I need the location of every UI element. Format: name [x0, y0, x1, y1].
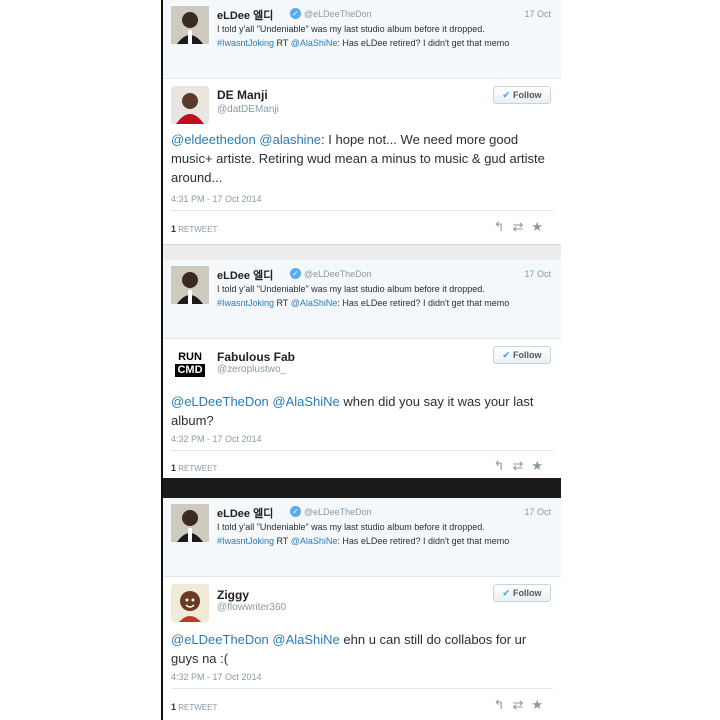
- divider: [171, 688, 553, 689]
- tweet-block-3: eLDee 엘디 ✓ @eLDeeTheDon 17 Oct I told y'…: [163, 498, 561, 720]
- mention-link[interactable]: @eLDeeTheDon: [171, 394, 269, 409]
- retweet-icon[interactable]: ⇄: [512, 219, 531, 234]
- favorite-icon[interactable]: ★: [531, 458, 551, 473]
- tweet-text: @eLDeeTheDon @AlaShiNe when did you say …: [171, 394, 534, 428]
- tweet-block-1: eLDee 엘디 ✓ @eLDeeTheDon 17 Oct I told y'…: [163, 0, 561, 244]
- hashtag-link[interactable]: #IwasntJoking: [217, 536, 274, 546]
- mention-link[interactable]: @AlaShiNe: [291, 536, 338, 546]
- favorite-icon[interactable]: ★: [531, 219, 551, 234]
- mention-link[interactable]: @AlaShiNe: [272, 632, 339, 647]
- follow-button[interactable]: ✔ Follow: [493, 86, 551, 104]
- author-handle[interactable]: @flowwriter360: [217, 602, 286, 613]
- mention-link[interactable]: @AlaShiNe: [291, 298, 338, 308]
- quoted-date[interactable]: 17 Oct: [524, 507, 551, 517]
- quoted-tweet[interactable]: eLDee 엘디 ✓ @eLDeeTheDon 17 Oct I told y'…: [163, 498, 561, 577]
- divider: [171, 210, 553, 211]
- verified-icon: ✓: [290, 268, 301, 279]
- mention-link[interactable]: @alashine: [259, 132, 321, 147]
- quoted-tweet[interactable]: eLDee 엘디 ✓ @eLDeeTheDon 17 Oct I told y'…: [163, 260, 561, 339]
- hashtag-link[interactable]: #IwasntJoking: [217, 298, 274, 308]
- quoted-text: I told y'all "Undeniable" was my last st…: [217, 24, 510, 48]
- author-name[interactable]: Fabulous Fab: [217, 350, 295, 364]
- quoted-text: I told y'all "Undeniable" was my last st…: [217, 284, 510, 308]
- timestamp[interactable]: 4:31 PM - 17 Oct 2014: [171, 194, 262, 204]
- verified-icon: ✓: [290, 506, 301, 517]
- hashtag-link[interactable]: #IwasntJoking: [217, 38, 274, 48]
- quoted-author-handle[interactable]: @eLDeeTheDon: [304, 269, 372, 279]
- divider: [171, 450, 553, 451]
- avatar[interactable]: [171, 584, 209, 622]
- tweet-block-2: eLDee 엘디 ✓ @eLDeeTheDon 17 Oct I told y'…: [163, 260, 561, 478]
- author-handle[interactable]: @datDEManji: [217, 104, 279, 115]
- tweet-text: @eldeethedon @alashine: I hope not... We…: [171, 132, 545, 185]
- quoted-author-handle[interactable]: @eLDeeTheDon: [304, 507, 372, 517]
- quoted-author-name[interactable]: eLDee 엘디: [217, 7, 273, 23]
- retweet-icon[interactable]: ⇄: [512, 697, 531, 712]
- avatar[interactable]: [171, 266, 209, 304]
- quoted-author-name[interactable]: eLDee 엘디: [217, 267, 273, 283]
- author-name[interactable]: DE Manji: [217, 88, 268, 102]
- favorite-icon[interactable]: ★: [531, 697, 551, 712]
- mention-link[interactable]: @AlaShiNe: [291, 38, 338, 48]
- retweet-count[interactable]: 1 RETWEET: [171, 224, 217, 234]
- tweet-actions: ↰⇄★: [494, 458, 551, 474]
- avatar[interactable]: RUN CMD: [171, 346, 209, 389]
- mention-link[interactable]: @eldeethedon: [171, 132, 256, 147]
- tweet-actions: ↰⇄★: [494, 219, 551, 235]
- quoted-author-handle[interactable]: @eLDeeTheDon: [304, 9, 372, 19]
- quoted-tweet[interactable]: eLDee 엘디 ✓ @eLDeeTheDon 17 Oct I told y'…: [163, 0, 561, 79]
- divider: [163, 244, 561, 261]
- timestamp[interactable]: 4:32 PM - 17 Oct 2014: [171, 672, 262, 682]
- mention-link[interactable]: @eLDeeTheDon: [171, 632, 269, 647]
- reply-icon[interactable]: ↰: [494, 219, 513, 234]
- follow-button[interactable]: ✔ Follow: [493, 584, 551, 602]
- mention-link[interactable]: @AlaShiNe: [272, 394, 339, 409]
- reply-icon[interactable]: ↰: [494, 458, 513, 473]
- tweet-text: @eLDeeTheDon @AlaShiNe ehn u can still d…: [171, 632, 527, 666]
- author-handle[interactable]: @zeroplustwo_: [217, 364, 286, 375]
- quoted-text: I told y'all "Undeniable" was my last st…: [217, 522, 510, 546]
- retweet-count[interactable]: 1 RETWEET: [171, 702, 217, 712]
- quoted-author-name[interactable]: eLDee 엘디: [217, 505, 273, 521]
- twitter-bird-icon: ✔: [502, 588, 511, 598]
- quoted-date[interactable]: 17 Oct: [524, 269, 551, 279]
- tweet-actions: ↰⇄★: [494, 697, 551, 713]
- verified-icon: ✓: [290, 8, 301, 19]
- follow-button[interactable]: ✔ Follow: [493, 346, 551, 364]
- twitter-bird-icon: ✔: [502, 350, 511, 360]
- avatar[interactable]: [171, 504, 209, 542]
- divider: [163, 478, 561, 498]
- reply-icon[interactable]: ↰: [494, 697, 513, 712]
- timestamp[interactable]: 4:32 PM - 17 Oct 2014: [171, 434, 262, 444]
- author-name[interactable]: Ziggy: [217, 588, 249, 602]
- retweet-icon[interactable]: ⇄: [512, 458, 531, 473]
- tweet-screenshot-strip: eLDee 엘디 ✓ @eLDeeTheDon 17 Oct I told y'…: [161, 0, 561, 720]
- twitter-bird-icon: ✔: [502, 90, 511, 100]
- retweet-count[interactable]: 1 RETWEET: [171, 463, 217, 473]
- avatar[interactable]: [171, 6, 209, 44]
- quoted-date[interactable]: 17 Oct: [524, 9, 551, 19]
- avatar[interactable]: [171, 86, 209, 124]
